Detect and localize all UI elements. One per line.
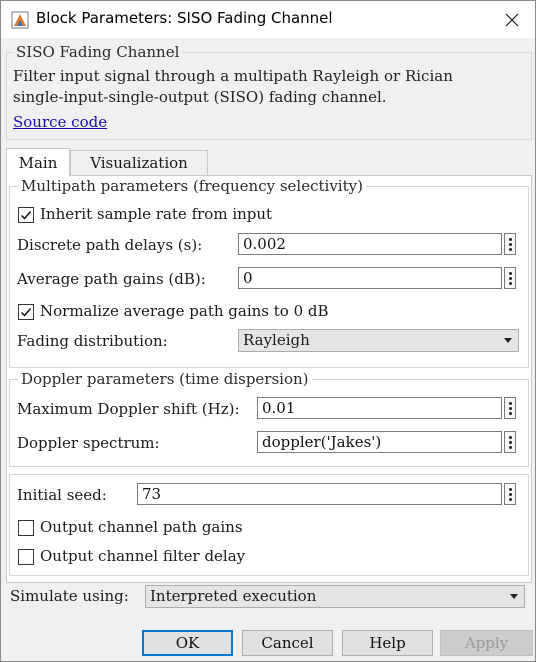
- path-delays-input[interactable]: 0.002: [238, 233, 502, 255]
- ok-button-label: OK: [175, 634, 200, 652]
- chevron-down-icon: [510, 594, 518, 599]
- doppler-group-title: Doppler parameters (time dispersion): [18, 370, 312, 388]
- fading-distribution-select[interactable]: Rayleigh: [238, 329, 519, 352]
- multipath-group-title: Multipath parameters (frequency selectiv…: [18, 177, 366, 195]
- dialog-window: Block Parameters: SISO Fading Channel SI…: [0, 0, 536, 662]
- output-path-gains-checkbox[interactable]: [18, 520, 34, 536]
- initial-seed-more-button[interactable]: [504, 483, 516, 505]
- path-delays-more-button[interactable]: [504, 233, 516, 255]
- doppler-spectrum-input[interactable]: doppler('Jakes'): [257, 431, 502, 453]
- help-button[interactable]: Help: [342, 630, 433, 656]
- ok-button[interactable]: OK: [142, 630, 233, 656]
- initial-seed-label: Initial seed:: [17, 486, 107, 504]
- inherit-sample-rate-label: Inherit sample rate from input: [40, 205, 273, 223]
- fading-distribution-value: Rayleigh: [243, 331, 310, 349]
- help-button-label: Help: [369, 634, 406, 652]
- max-doppler-shift-more-button[interactable]: [504, 397, 516, 419]
- apply-button[interactable]: Apply: [440, 630, 533, 656]
- output-path-gains-label: Output channel path gains: [40, 518, 243, 536]
- max-doppler-shift-label: Maximum Doppler shift (Hz):: [17, 400, 240, 418]
- title-bar[interactable]: Block Parameters: SISO Fading Channel: [1, 1, 535, 38]
- apply-button-label: Apply: [464, 634, 509, 652]
- chevron-down-icon: [504, 338, 512, 343]
- inherit-sample-rate-checkbox[interactable]: [18, 207, 34, 223]
- checkmark-icon: [20, 308, 32, 317]
- path-gains-input[interactable]: 0: [238, 267, 502, 289]
- simulate-using-select[interactable]: Interpreted execution: [145, 585, 525, 608]
- initial-seed-input[interactable]: 73: [137, 483, 502, 505]
- tab-visualization[interactable]: Visualization: [70, 150, 208, 176]
- path-gains-more-button[interactable]: [504, 267, 516, 289]
- max-doppler-shift-input[interactable]: 0.01: [257, 397, 502, 419]
- output-filter-delay-checkbox[interactable]: [18, 549, 34, 565]
- cancel-button[interactable]: Cancel: [242, 630, 333, 656]
- tab-bar: Main Visualization: [6, 148, 532, 177]
- normalize-gains-label: Normalize average path gains to 0 dB: [40, 302, 329, 320]
- simulink-block-icon: [11, 11, 29, 29]
- close-icon: [505, 13, 519, 26]
- cancel-button-label: Cancel: [261, 634, 314, 652]
- doppler-parameters-group: Doppler parameters (time dispersion): [9, 370, 529, 467]
- simulate-using-value: Interpreted execution: [150, 587, 317, 605]
- close-button[interactable]: [489, 1, 535, 38]
- main-tab-panel: Multipath parameters (frequency selectiv…: [6, 175, 532, 583]
- path-gains-label: Average path gains (dB):: [17, 270, 206, 288]
- checkmark-icon: [20, 211, 32, 220]
- normalize-gains-checkbox[interactable]: [18, 304, 34, 320]
- simulate-using-label: Simulate using:: [10, 587, 129, 605]
- block-name-heading: SISO Fading Channel: [13, 43, 183, 61]
- fading-distribution-label: Fading distribution:: [17, 332, 168, 350]
- doppler-spectrum-label: Doppler spectrum:: [17, 434, 160, 452]
- path-delays-label: Discrete path delays (s):: [17, 236, 203, 254]
- window-title: Block Parameters: SISO Fading Channel: [36, 9, 333, 27]
- doppler-spectrum-more-button[interactable]: [504, 431, 516, 453]
- description-line-2: single-input-single-output (SISO) fading…: [13, 88, 387, 106]
- block-description: Filter input signal through a multipath …: [13, 66, 453, 108]
- tab-main[interactable]: Main: [6, 148, 70, 177]
- description-line-1: Filter input signal through a multipath …: [13, 67, 453, 85]
- output-filter-delay-label: Output channel filter delay: [40, 547, 246, 565]
- source-code-link[interactable]: Source code: [13, 113, 107, 131]
